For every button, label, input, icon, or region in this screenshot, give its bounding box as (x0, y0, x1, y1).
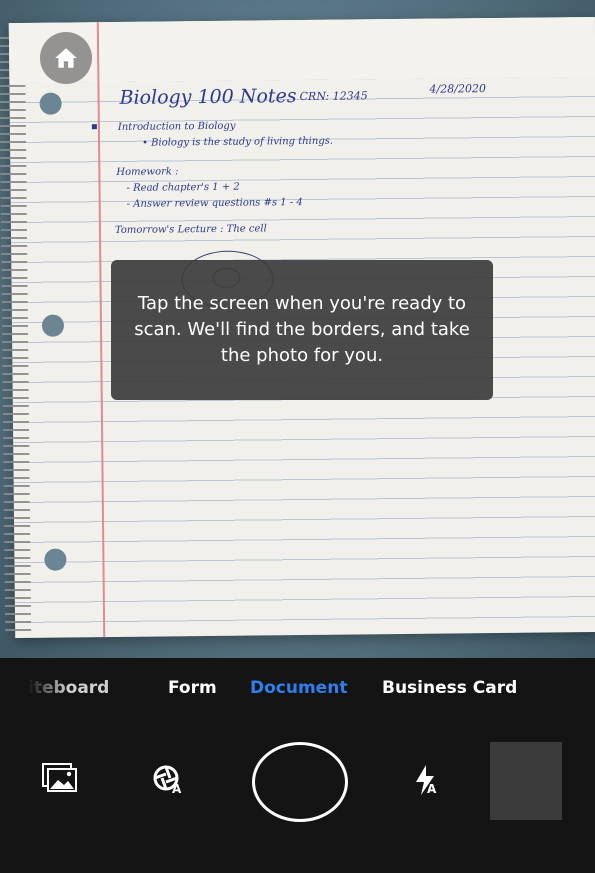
notes-line: Tomorrow's Lecture : The cell (114, 223, 267, 236)
margin-line (96, 22, 105, 638)
auto-capture-badge: A (172, 782, 182, 796)
capture-bar: iteboard Form Document Business Card A A (0, 658, 595, 873)
camera-viewfinder[interactable]: Biology 100 Notes CRN: 12345 4/28/2020 I… (0, 0, 595, 658)
flash-auto-badge: A (427, 782, 437, 796)
gallery-button[interactable] (40, 760, 80, 796)
mode-business-card[interactable]: Business Card (382, 678, 517, 698)
last-scan-thumbnail[interactable] (490, 742, 562, 820)
mode-form[interactable]: Form (168, 678, 217, 698)
notes-line: Introduction to Biology (117, 120, 236, 133)
home-button[interactable] (40, 32, 92, 84)
notes-date: 4/28/2020 (429, 82, 486, 96)
notes-title: Biology 100 Notes (119, 85, 297, 109)
notes-line: - Answer review questions #s 1 - 4 (126, 197, 303, 210)
notes-line: - Read chapter's 1 + 2 (126, 181, 240, 194)
notes-bullet (91, 124, 97, 130)
scan-hint-text: Tap the screen when you're ready to scan… (134, 293, 470, 366)
shutter-button[interactable] (252, 742, 348, 822)
flash-button[interactable]: A (407, 760, 447, 800)
camera-controls: A A (0, 740, 595, 822)
mode-document[interactable]: Document (250, 678, 347, 698)
scan-hint-toast: Tap the screen when you're ready to scan… (111, 260, 493, 400)
scan-screen: Biology 100 Notes CRN: 12345 4/28/2020 I… (0, 0, 595, 873)
punch-hole (41, 314, 65, 337)
mode-whiteboard[interactable]: iteboard (28, 678, 109, 698)
notebook-spiral (0, 32, 32, 634)
notes-crn: CRN: 12345 (299, 89, 368, 104)
punch-hole (44, 548, 67, 571)
image-gallery-icon (42, 763, 77, 792)
scan-mode-selector: iteboard Form Document Business Card (0, 678, 595, 702)
notes-line: Homework : (116, 166, 179, 178)
home-icon (55, 48, 77, 68)
punch-hole (39, 92, 62, 115)
auto-capture-button[interactable]: A (148, 760, 188, 800)
notes-line: • Biology is the study of living things. (142, 135, 334, 149)
